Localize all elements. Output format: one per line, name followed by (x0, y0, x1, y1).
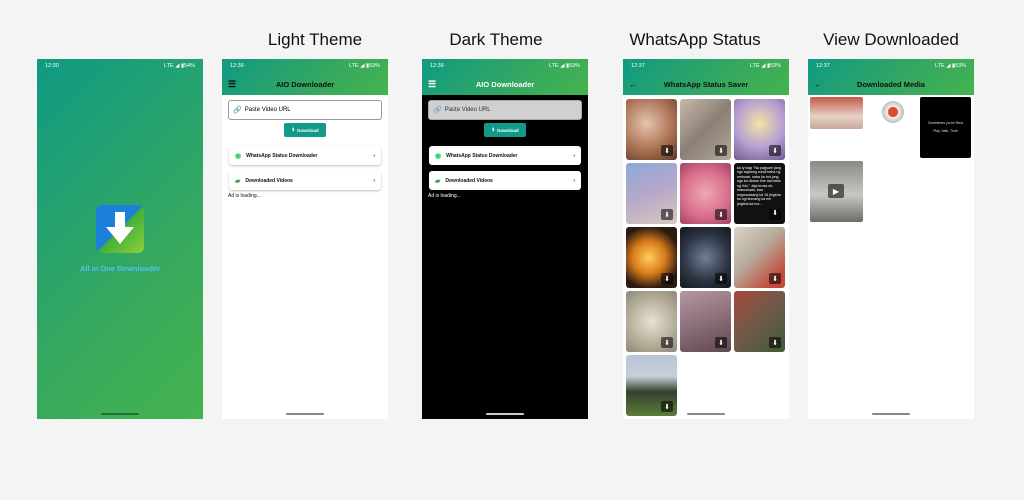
download-icon[interactable]: ⬇ (715, 145, 727, 156)
status-tile[interactable]: ⬇ (626, 355, 677, 416)
url-input[interactable]: 🔗 Paste Video URL (428, 100, 582, 120)
splash-screen: 12:30 LTE ◢ ▮54% All in One Downloader (37, 59, 203, 419)
home-indicator[interactable] (101, 413, 139, 415)
caption-whatsapp-status: WhatsApp Status (629, 30, 761, 49)
status-tile[interactable]: ⬇ (680, 99, 731, 160)
signal-battery: LTE ◢ ▮54% (164, 63, 195, 69)
app-bar: ← WhatsApp Status Saver (623, 73, 789, 95)
chevron-right-icon: › (573, 177, 575, 184)
app-logo-icon (96, 205, 144, 253)
whatsapp-icon: ◉ (435, 152, 442, 160)
url-input[interactable]: 🔗 Paste Video URL (228, 100, 382, 120)
media-tile[interactable] (810, 97, 863, 129)
media-tile[interactable] (866, 97, 919, 127)
signal-battery: LTE ◢ ▮53% (349, 63, 380, 69)
downloaded-videos-item[interactable]: ▰ Downloaded Videos › (429, 171, 581, 190)
caption-view-downloaded: View Downloaded (823, 30, 959, 49)
home-indicator[interactable] (687, 413, 725, 415)
download-icon[interactable]: ⬇ (715, 337, 727, 348)
status-tile[interactable]: ⬇ (626, 227, 677, 288)
ad-loading-text: Ad is loading... (428, 193, 461, 199)
video-tile[interactable]: ▶ (810, 161, 863, 222)
status-text-tile[interactable]: ka iy bagi "Na pagsure jang ngs tagbang … (734, 163, 785, 224)
folder-icon: ▰ (235, 177, 241, 185)
ad-loading-text: Ad is loading... (228, 193, 261, 199)
app-bar: ☰ AIO Downloader (422, 73, 588, 95)
download-icon[interactable]: ⬇ (715, 209, 727, 220)
status-tile[interactable]: ⬇ (680, 227, 731, 288)
signal-battery: LTE ◢ ▮53% (750, 63, 781, 69)
chevron-right-icon: › (373, 177, 375, 184)
clock: 12:30 (45, 63, 59, 69)
status-tile[interactable]: ⬇ (626, 99, 677, 160)
caption-dark-theme: Dark Theme (449, 30, 543, 49)
download-icon[interactable]: ⬇ (661, 273, 673, 284)
url-placeholder: Paste Video URL (244, 107, 291, 113)
clock: 12:37 (631, 63, 645, 69)
menu-icon[interactable]: ☰ (428, 79, 436, 90)
download-icon[interactable]: ⬇ (661, 209, 673, 220)
status-tile[interactable]: ⬇ (734, 227, 785, 288)
clock: 12:36 (230, 63, 244, 69)
status-bar: 12:30 LTE ◢ ▮54% (37, 59, 203, 73)
status-bar: 12:37 LTE ◢ ▮53% (623, 59, 789, 73)
status-tile[interactable]: ⬇ (680, 291, 731, 352)
caption-light-theme: Light Theme (267, 30, 363, 49)
status-tile[interactable]: ⬇ (626, 163, 677, 224)
download-icon: ⬇ (291, 127, 296, 132)
home-indicator[interactable] (872, 413, 910, 415)
status-tile[interactable]: ⬇ (680, 163, 731, 224)
app-title: WhatsApp Status Saver (663, 79, 749, 89)
download-icon[interactable]: ⬇ (769, 273, 781, 284)
light-theme-screen: 12:36 LTE ◢ ▮53% ☰ AIO Downloader 🔗 Past… (222, 59, 388, 419)
download-icon[interactable]: ⬇ (769, 337, 781, 348)
app-title: AIO Downloader (275, 79, 335, 89)
link-icon: 🔗 (433, 107, 442, 114)
whatsapp-icon: ◉ (235, 152, 242, 160)
download-button[interactable]: ⬇ Download (484, 123, 526, 137)
download-icon[interactable]: ⬇ (661, 145, 673, 156)
signal-battery: LTE ◢ ▮53% (549, 63, 580, 69)
app-title: Downloaded Media (857, 79, 925, 89)
dark-theme-screen: 12:36 LTE ◢ ▮53% ☰ AIO Downloader 🔗 Past… (422, 59, 588, 419)
whatsapp-status-item[interactable]: ◉ WhatsApp Status Downloader › (229, 146, 381, 165)
downloaded-media-screen: 12:37 LTE ◢ ▮53% ← Downloaded Media Some… (808, 59, 974, 419)
chevron-right-icon: › (573, 152, 575, 159)
app-name: All in One Downloader (79, 264, 160, 273)
clock: 12:36 (430, 63, 444, 69)
status-tile[interactable]: ⬇ (626, 291, 677, 352)
signal-battery: LTE ◢ ▮53% (935, 63, 966, 69)
chevron-right-icon: › (373, 152, 375, 159)
link-icon: 🔗 (233, 107, 242, 114)
downloaded-videos-item[interactable]: ▰ Downloaded Videos › (229, 171, 381, 190)
status-tile[interactable]: ⬇ (734, 99, 785, 160)
download-icon[interactable]: ⬇ (769, 209, 781, 220)
download-icon[interactable]: ⬇ (661, 401, 673, 412)
media-text-tile[interactable]: Sometimes you're Best Play, Wait, Truth (920, 97, 971, 158)
play-icon[interactable]: ▶ (828, 184, 844, 198)
back-arrow-icon[interactable]: ← (629, 80, 637, 89)
status-tile[interactable]: ⬇ (734, 291, 785, 352)
app-title: AIO Downloader (475, 79, 535, 89)
whatsapp-status-item[interactable]: ◉ WhatsApp Status Downloader › (429, 146, 581, 165)
clock: 12:37 (816, 63, 830, 69)
download-button[interactable]: ⬇ Download (284, 123, 326, 137)
download-icon: ⬇ (491, 127, 496, 132)
download-icon[interactable]: ⬇ (661, 337, 673, 348)
home-indicator[interactable] (286, 413, 324, 415)
status-bar: 12:36 LTE ◢ ▮53% (422, 59, 588, 73)
url-placeholder: Paste Video URL (444, 107, 491, 113)
app-bar: ← Downloaded Media (808, 73, 974, 95)
home-indicator[interactable] (486, 413, 524, 415)
status-bar: 12:37 LTE ◢ ▮53% (808, 59, 974, 73)
download-icon[interactable]: ⬇ (715, 273, 727, 284)
whatsapp-status-screen: 12:37 LTE ◢ ▮53% ← WhatsApp Status Saver… (623, 59, 789, 419)
app-bar: ☰ AIO Downloader (222, 73, 388, 95)
status-bar: 12:36 LTE ◢ ▮53% (222, 59, 388, 73)
back-arrow-icon[interactable]: ← (814, 80, 822, 89)
status-grid: ⬇ ⬇ ⬇ ⬇ ⬇ ka iy bagi "Na pagsure jang ng… (626, 99, 788, 416)
download-icon[interactable]: ⬇ (769, 145, 781, 156)
folder-icon: ▰ (435, 177, 441, 185)
menu-icon[interactable]: ☰ (228, 79, 236, 90)
